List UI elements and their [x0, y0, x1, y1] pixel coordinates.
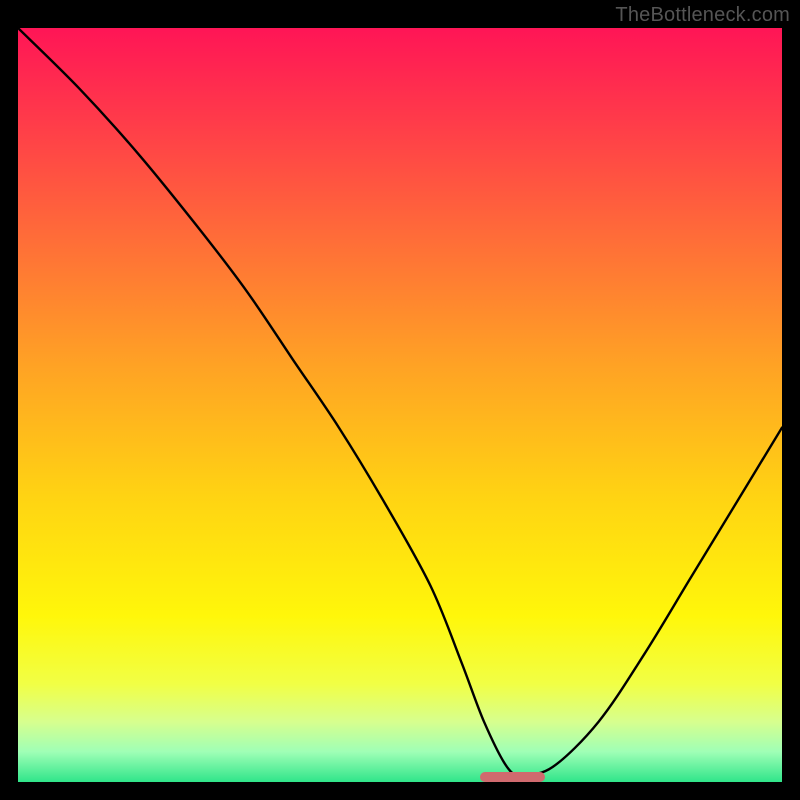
gradient-rect: [18, 28, 782, 782]
watermark-label: TheBottleneck.com: [615, 4, 790, 27]
plot-svg: [18, 28, 782, 782]
plot-area: [18, 28, 782, 782]
optimum-marker: [480, 772, 545, 782]
chart-frame: TheBottleneck.com: [0, 0, 800, 800]
